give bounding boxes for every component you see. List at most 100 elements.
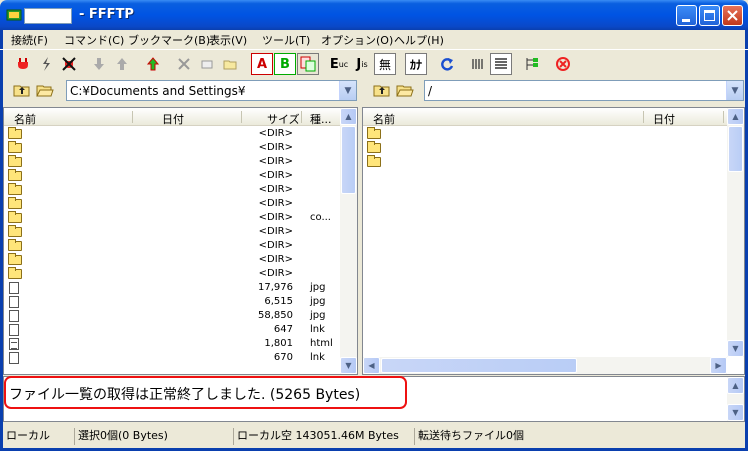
scroll-thumb[interactable] [381, 358, 577, 373]
jis-icon[interactable]: Jis [351, 53, 373, 75]
list-item[interactable]: 647 lnk [4, 323, 357, 337]
list-item[interactable]: <DIR> [4, 183, 357, 197]
list-item[interactable] [363, 141, 744, 155]
file-size: <DIR> [258, 128, 293, 139]
menu-help[interactable]: ヘルプ(H) [394, 32, 444, 48]
column-name[interactable]: 名前 [14, 111, 36, 127]
folder-icon [8, 141, 22, 153]
local-open-folder-icon[interactable] [36, 82, 54, 98]
scroll-down-icon[interactable]: ▼ [727, 340, 744, 357]
file-size: <DIR> [258, 142, 293, 153]
rename-icon[interactable] [196, 53, 218, 75]
status-bar: ローカル 選択0個(0 Bytes) ローカル空 143051.46M Byte… [0, 426, 748, 446]
list-item[interactable]: 6,515 jpg [4, 295, 357, 309]
list-item[interactable]: <DIR> [4, 225, 357, 239]
status-free-space: ローカル空 143051.46M Bytes [233, 428, 399, 445]
chevron-down-icon[interactable]: ▼ [726, 81, 743, 100]
list-item[interactable]: <DIR> co... [4, 211, 357, 225]
menu-bookmark[interactable]: ブックマーク(B) [128, 32, 210, 48]
local-path-combo[interactable]: C:¥Documents and Settings¥ ▼ [66, 80, 357, 101]
local-parent-folder-icon[interactable] [13, 82, 31, 98]
scroll-down-icon[interactable]: ▼ [340, 357, 357, 374]
scroll-down-icon[interactable]: ▼ [727, 404, 744, 421]
menu-options[interactable]: オプション(O) [321, 32, 393, 48]
delete-icon[interactable] [173, 53, 195, 75]
local-path-value: C:¥Documents and Settings¥ [70, 84, 246, 98]
file-type: jpg [310, 282, 326, 293]
menu-view[interactable]: 表示(V) [209, 32, 247, 48]
close-button[interactable] [722, 5, 743, 26]
column-date[interactable]: 日付 [653, 111, 675, 127]
list-item[interactable]: <DIR> [4, 141, 357, 155]
remote-open-folder-icon[interactable] [396, 82, 414, 98]
scroll-thumb[interactable] [341, 126, 356, 194]
remote-vertical-scrollbar[interactable]: ▲ ▼ [727, 108, 744, 357]
ascii-mode-icon[interactable]: A [251, 53, 273, 75]
scroll-left-icon[interactable]: ◀ [363, 357, 380, 374]
binary-mode-icon[interactable]: B [274, 53, 296, 75]
disconnect-icon[interactable] [58, 53, 80, 75]
local-vertical-scrollbar[interactable]: ▲ ▼ [340, 108, 357, 374]
file-size: <DIR> [258, 198, 293, 209]
no-convert-icon[interactable]: 無 [374, 53, 396, 75]
remote-path-value: / [428, 84, 433, 98]
file-size: <DIR> [258, 268, 293, 279]
chevron-down-icon[interactable]: ▼ [339, 81, 356, 100]
minimize-button[interactable] [676, 5, 697, 26]
scroll-up-icon[interactable]: ▲ [727, 377, 744, 394]
quick-connect-icon[interactable] [35, 53, 57, 75]
scroll-thumb[interactable] [728, 126, 743, 172]
download-icon[interactable] [88, 53, 110, 75]
column-date[interactable]: 日付 [162, 111, 184, 127]
local-path-bar: C:¥Documents and Settings¥ ▼ [10, 79, 358, 103]
list-item[interactable]: 58,850 jpg [4, 309, 357, 323]
mkdir-icon[interactable] [219, 53, 241, 75]
list-item[interactable]: 17,976 jpg [4, 281, 357, 295]
column-type[interactable]: 種... [310, 111, 332, 127]
menu-tools[interactable]: ツール(T) [262, 32, 310, 48]
list-item[interactable]: 670 lnk [4, 351, 357, 365]
list-item[interactable]: <DIR> [4, 253, 357, 267]
auto-mode-icon[interactable] [297, 53, 319, 75]
column-size[interactable]: サイズ [267, 111, 300, 127]
list-item[interactable] [363, 155, 744, 169]
list-item[interactable]: <DIR> [4, 239, 357, 253]
remote-file-list[interactable]: 名前 日付 ▲ ▼ ◀ ▶ [362, 107, 745, 375]
kana-icon[interactable]: ｶﾅ [405, 53, 427, 75]
local-file-list[interactable]: 名前 日付 サイズ 種... <DIR> <DIR> <DIR> <DIR> <DIR>… [3, 107, 358, 375]
upload-icon[interactable] [111, 53, 133, 75]
list-item[interactable]: <DIR> [4, 127, 357, 141]
detail-view-icon[interactable] [490, 53, 512, 75]
sync-icon[interactable] [521, 53, 543, 75]
file-type: jpg [310, 310, 326, 321]
column-name[interactable]: 名前 [373, 111, 395, 127]
mirror-upload-icon[interactable] [142, 53, 164, 75]
scroll-up-icon[interactable]: ▲ [340, 108, 357, 125]
list-item[interactable]: 1,801 html [4, 337, 357, 351]
list-item[interactable]: <DIR> [4, 155, 357, 169]
menu-connect[interactable]: 接続(F) [11, 32, 48, 48]
log-vertical-scrollbar[interactable]: ▲ ▼ [727, 377, 744, 421]
list-item[interactable]: <DIR> [4, 267, 357, 281]
menu-command[interactable]: コマンド(C) [64, 32, 124, 48]
file-size: 647 [273, 324, 293, 335]
folder-icon [8, 211, 22, 223]
list-item[interactable]: <DIR> [4, 169, 357, 183]
remote-horizontal-scrollbar[interactable]: ◀ ▶ [363, 357, 727, 374]
file-size: 670 [273, 352, 293, 363]
folder-icon [8, 239, 22, 251]
list-view-icon[interactable] [467, 53, 489, 75]
folder-icon [8, 253, 22, 265]
refresh-icon[interactable] [436, 53, 458, 75]
folder-icon [8, 225, 22, 237]
scroll-right-icon[interactable]: ▶ [710, 357, 727, 374]
list-item[interactable] [363, 127, 744, 141]
euc-icon[interactable]: Euc [328, 53, 350, 75]
stop-icon[interactable] [552, 53, 574, 75]
list-item[interactable]: <DIR> [4, 197, 357, 211]
remote-path-combo[interactable]: / ▼ [424, 80, 744, 101]
maximize-button[interactable] [699, 5, 720, 26]
scroll-up-icon[interactable]: ▲ [727, 108, 744, 125]
remote-parent-folder-icon[interactable] [373, 82, 391, 98]
connect-icon[interactable] [12, 53, 34, 75]
